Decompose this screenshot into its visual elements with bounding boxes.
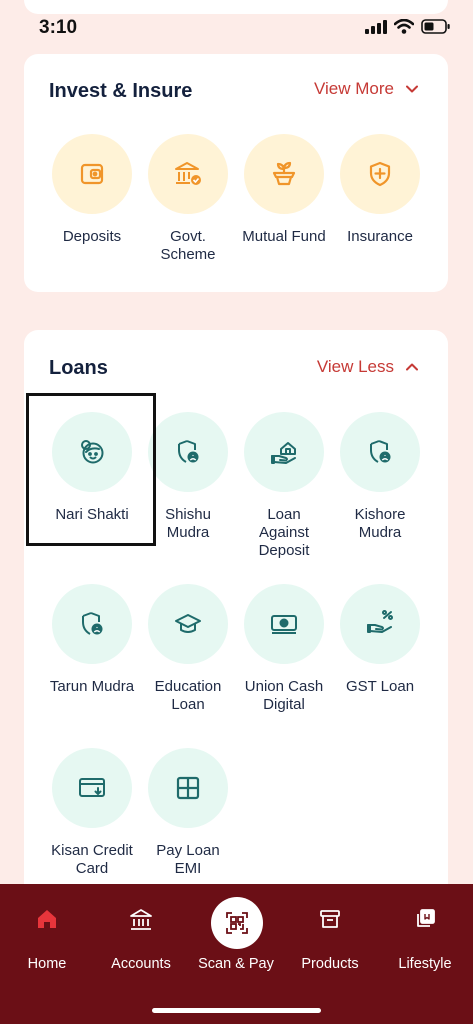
tile-label: Mutual Fund: [242, 228, 326, 245]
nav-lifestyle[interactable]: Lifestyle: [378, 884, 472, 984]
tile-label: Education Loan: [154, 678, 222, 713]
kishore-mudra-icon-circle: [340, 412, 420, 492]
bank-check-icon: [175, 162, 201, 185]
shield-user-icon: [178, 440, 199, 463]
nav-icon-wrap: [283, 908, 377, 936]
cash-icon: [271, 615, 297, 634]
nav-products[interactable]: Products: [283, 884, 377, 984]
nav-icon-wrap: [378, 908, 472, 936]
layers-icon: [417, 909, 435, 927]
status-time: 3:10: [39, 17, 78, 38]
education-loan-icon-circle: [148, 584, 228, 664]
tile-label: GST Loan: [345, 678, 415, 695]
mutual-fund-icon-circle: [244, 134, 324, 214]
tile-label: Pay Loan EMI: [156, 842, 220, 877]
invest-insure-card: Invest & Insure View More Deposits Govt.…: [24, 54, 448, 292]
loans-title: Loans: [49, 357, 108, 379]
chevron-down-icon: [406, 85, 418, 93]
gst-loan-tile[interactable]: GST Loan: [332, 584, 428, 696]
govt-scheme-icon-circle: [148, 134, 228, 214]
kisan-credit-card-tile[interactable]: Kisan Credit Card: [44, 748, 140, 878]
tile-label: Govt. Scheme: [160, 228, 216, 263]
nav-icon-wrap: [0, 908, 94, 936]
graduation-cap-icon: [175, 614, 201, 633]
union-cash-digital-tile[interactable]: Union Cash Digital: [236, 584, 332, 714]
archive-box-icon: [320, 910, 340, 928]
deposits-icon-circle: [52, 134, 132, 214]
bottom-navigation: Home Accounts Scan & Pay Products Lifest…: [0, 884, 473, 1024]
tarun-mudra-tile[interactable]: Tarun Mudra: [44, 584, 140, 696]
govt-scheme-tile[interactable]: Govt. Scheme: [140, 134, 236, 264]
tile-label: Tarun Mudra: [49, 678, 135, 695]
tile-label: Kisan Credit Card: [51, 842, 133, 877]
view-less-label: View Less: [316, 357, 394, 376]
loan-against-deposit-icon-circle: [244, 412, 324, 492]
loan-against-deposit-tile[interactable]: Loan Against Deposit: [236, 412, 332, 560]
hand-percent-icon: [367, 610, 393, 633]
wallet-icon: [80, 163, 104, 185]
nav-label: Scan & Pay: [198, 956, 274, 972]
grid-icon: [176, 776, 200, 800]
tile-label: Deposits: [62, 228, 122, 245]
wifi-icon: [394, 19, 414, 34]
view-more-label: View More: [314, 79, 394, 98]
status-icons: [365, 19, 451, 34]
insurance-icon-circle: [340, 134, 420, 214]
shield-user-icon: [370, 440, 391, 463]
chevron-up-icon: [406, 363, 418, 371]
nav-accounts[interactable]: Accounts: [94, 884, 188, 984]
bank-icon: [130, 909, 152, 930]
tarun-mudra-icon-circle: [52, 584, 132, 664]
kisan-credit-card-icon-circle: [52, 748, 132, 828]
nav-label: Products: [301, 956, 359, 972]
shield-user-icon: [82, 612, 103, 635]
union-cash-digital-icon-circle: [244, 584, 324, 664]
home-indicator: [152, 1008, 321, 1013]
gst-loan-icon-circle: [340, 584, 420, 664]
tile-label: Union Cash Digital: [244, 678, 324, 713]
nav-label: Accounts: [111, 956, 171, 972]
invest-insure-title: Invest & Insure: [49, 80, 193, 102]
tile-label: Loan Against Deposit: [258, 506, 310, 559]
pay-loan-emi-tile[interactable]: Pay Loan EMI: [140, 748, 236, 878]
status-bar: 3:10: [0, 0, 473, 56]
selection-highlight: [26, 393, 156, 546]
mutual-fund-tile[interactable]: Mutual Fund: [236, 134, 332, 246]
shield-plus-icon: [369, 161, 391, 187]
nav-label: Home: [27, 956, 67, 972]
tile-label: Kishore Mudra: [354, 506, 406, 541]
education-loan-tile[interactable]: Education Loan: [140, 584, 236, 714]
insurance-tile[interactable]: Insurance: [332, 134, 428, 246]
shishu-mudra-icon-circle: [148, 412, 228, 492]
nav-home[interactable]: Home: [0, 884, 94, 984]
signal-icon: [365, 19, 387, 34]
hand-house-icon: [271, 442, 296, 464]
view-more-button[interactable]: View More: [314, 79, 418, 99]
plant-pot-icon: [272, 161, 296, 186]
nav-icon-wrap: [94, 908, 188, 936]
deposits-tile[interactable]: Deposits: [44, 134, 140, 246]
credit-card-icon: [79, 778, 105, 797]
view-less-button[interactable]: View Less: [317, 357, 418, 377]
nav-label: Lifestyle: [398, 956, 452, 972]
previous-card-edge: [24, 0, 448, 14]
pay-loan-emi-icon-circle: [148, 748, 228, 828]
battery-icon: [421, 19, 450, 34]
kishore-mudra-tile[interactable]: Kishore Mudra: [332, 412, 428, 542]
tile-label: Insurance: [347, 228, 413, 245]
nav-scan-pay[interactable]: Scan & Pay: [189, 884, 283, 984]
home-icon: [38, 910, 56, 928]
